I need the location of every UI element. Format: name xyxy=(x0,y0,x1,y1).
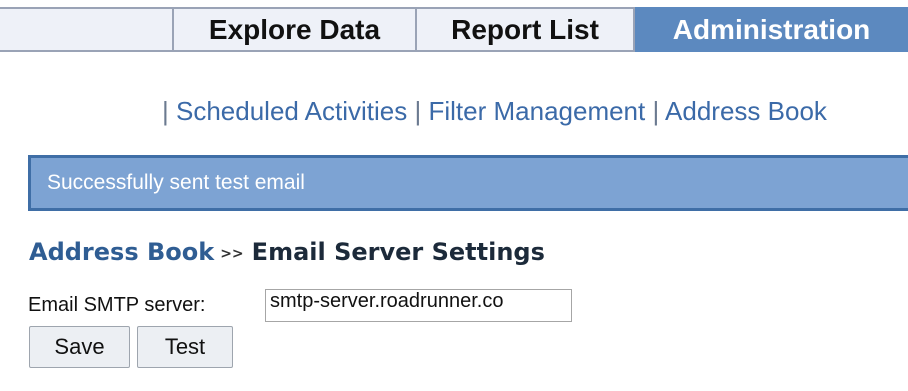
smtp-server-input[interactable]: smtp-server.roadrunner.co xyxy=(265,289,572,322)
subnav-link-scheduled-activities[interactable]: Scheduled Activities xyxy=(176,96,407,126)
tab-report-list[interactable]: Report List xyxy=(415,7,635,52)
page: Explore Data Report List Administration … xyxy=(0,0,908,391)
subnav-separator: | xyxy=(652,96,660,126)
admin-sub-navigation: | Scheduled Activities | Filter Manageme… xyxy=(162,96,827,127)
page-title: Email Server Settings xyxy=(251,238,545,266)
tab-explore-data[interactable]: Explore Data xyxy=(172,7,417,52)
subnav-link-filter-management[interactable]: Filter Management xyxy=(428,96,645,126)
subnav-link-address-book[interactable]: Address Book xyxy=(665,96,827,126)
subnav-separator: | xyxy=(414,96,422,126)
breadcrumb-separator: >> xyxy=(220,246,244,262)
subnav-separator: | xyxy=(162,96,169,126)
status-banner: Successfully sent test email xyxy=(28,155,908,211)
tab-administration[interactable]: Administration xyxy=(635,7,908,52)
status-message: Successfully sent test email xyxy=(47,171,305,194)
tab-bar-spacer xyxy=(0,7,172,52)
breadcrumb-address-book-link[interactable]: Address Book xyxy=(29,238,214,266)
breadcrumb: Address Book >> Email Server Settings xyxy=(29,238,545,266)
main-tab-bar: Explore Data Report List Administration xyxy=(0,0,908,56)
save-button[interactable]: Save xyxy=(29,326,130,368)
smtp-server-label: Email SMTP server: xyxy=(28,294,206,316)
test-button[interactable]: Test xyxy=(137,326,233,368)
